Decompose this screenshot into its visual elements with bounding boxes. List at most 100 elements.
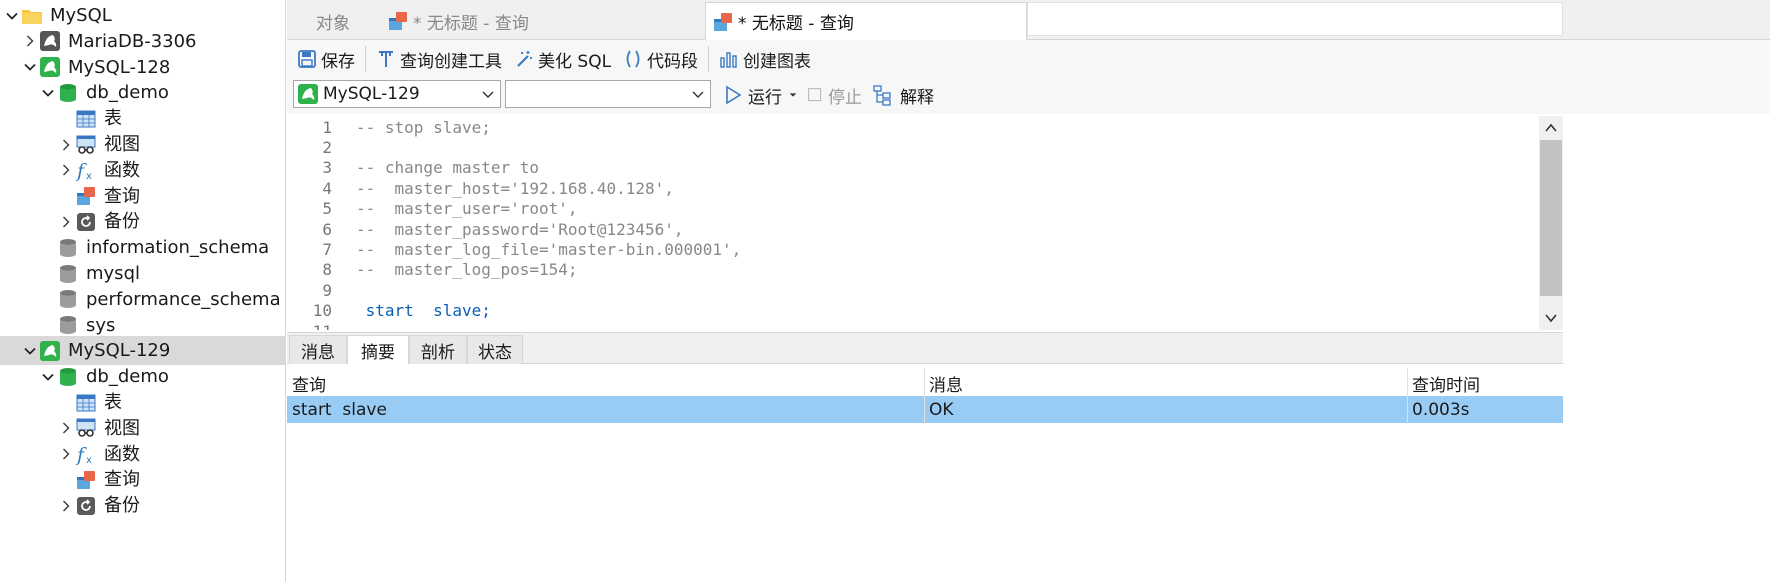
tree-item[interactable]: f x 函数: [0, 440, 285, 469]
code-snippet-button[interactable]: 代码段: [617, 43, 704, 75]
code-line[interactable]: 7 -- master_log_file='master-bin.000001',: [290, 239, 741, 259]
tree-item[interactable]: f x 函数: [0, 156, 285, 185]
query-icon: [712, 11, 734, 33]
scrollbar-thumb[interactable]: [1540, 140, 1562, 296]
column-header-message[interactable]: 消息: [924, 370, 1407, 396]
cell-value: 0.003s: [1412, 399, 1470, 420]
sql-editor[interactable]: 1 -- stop slave; 2 3 -- change master to 4 -- …: [290, 116, 1538, 330]
tree-item[interactable]: db_demo: [0, 362, 285, 391]
code-text: -- master_password='Root@123456',: [356, 219, 684, 239]
database-green-icon: [56, 365, 80, 389]
tree-item[interactable]: MySQL-129: [0, 336, 285, 366]
chevron-down-icon[interactable]: [1544, 311, 1558, 325]
tree-item[interactable]: performance_schema: [0, 285, 285, 314]
beautify-sql-button[interactable]: 美化 SQL: [508, 43, 617, 75]
mariadb-connection-icon: [38, 29, 62, 53]
tree-item-label: MySQL: [50, 5, 112, 26]
query-icon: [74, 184, 98, 208]
tree-item[interactable]: 视图: [0, 414, 285, 443]
code-line[interactable]: 11: [290, 321, 356, 331]
table-cell-message[interactable]: OK: [924, 396, 1407, 423]
tab-profile[interactable]: 剖析: [409, 335, 467, 364]
create-chart-label: 创建图表: [743, 51, 812, 72]
tree-item[interactable]: MySQL: [0, 1, 285, 30]
chevron-right-icon[interactable]: [22, 33, 38, 49]
editor-scrollbar[interactable]: [1539, 116, 1563, 330]
code-line[interactable]: 6 -- master_password='Root@123456',: [290, 219, 684, 239]
tab-summary[interactable]: 摘要: [347, 335, 409, 364]
chevron-up-icon[interactable]: [1544, 121, 1558, 135]
tree-item[interactable]: 查询: [0, 465, 285, 494]
code-line[interactable]: 4 -- master_host='192.168.40.128',: [290, 178, 674, 198]
tab-label: 对象: [316, 13, 350, 34]
tree-item[interactable]: 备份: [0, 207, 285, 236]
chevron-right-icon[interactable]: [58, 498, 74, 514]
create-chart-button[interactable]: 创建图表: [713, 43, 817, 75]
toolbar-divider: [708, 46, 710, 72]
tab-messages[interactable]: 消息: [289, 335, 347, 364]
tree-item[interactable]: 查询: [0, 182, 285, 211]
save-button[interactable]: 保存: [291, 43, 361, 75]
save-icon: [298, 50, 316, 68]
tab-objects[interactable]: 对象: [287, 2, 379, 40]
function-icon: fx: [74, 158, 98, 182]
tab-query-untitled-1[interactable]: * 无标题 - 查询: [381, 2, 703, 40]
parentheses-icon: [626, 50, 640, 68]
stop-label: 停止: [828, 87, 862, 108]
code-line[interactable]: 3 -- change master to: [290, 158, 539, 178]
tree-item[interactable]: 备份: [0, 491, 285, 520]
tab-status[interactable]: 状态: [467, 335, 523, 364]
chevron-down-icon[interactable]: [22, 343, 38, 359]
tree-item-label: MariaDB-3306: [68, 30, 197, 52]
chevron-right-icon[interactable]: [58, 214, 74, 230]
tab-query-untitled-2[interactable]: * 无标题 - 查询: [705, 2, 1027, 40]
svg-text:x: x: [86, 171, 92, 181]
table-cell-query[interactable]: start slave: [287, 396, 924, 423]
tree-item-label: 函数: [104, 159, 140, 181]
tree-item-label: performance_schema: [86, 288, 281, 310]
header-label: 查询时间: [1412, 375, 1480, 396]
chevron-down-icon[interactable]: [40, 369, 56, 385]
query-builder-button[interactable]: 查询创建工具: [370, 43, 508, 75]
tree-item[interactable]: MySQL-128: [0, 53, 285, 82]
column-header-query-time[interactable]: 查询时间: [1407, 370, 1563, 396]
chevron-right-icon[interactable]: [58, 420, 74, 436]
tree-item-label: 查询: [104, 469, 140, 491]
code-line[interactable]: 10 start slave;: [290, 301, 491, 321]
stop-button[interactable]: 停止: [807, 80, 862, 110]
header-label: 消息: [929, 375, 963, 396]
code-line[interactable]: 8 -- master_log_pos=154;: [290, 260, 577, 280]
tree-item-label: 视图: [104, 417, 140, 439]
chevron-right-icon[interactable]: [58, 137, 74, 153]
chevron-right-icon[interactable]: [58, 162, 74, 178]
chevron-down-icon[interactable]: [4, 8, 20, 24]
tree-item[interactable]: db_demo: [0, 78, 285, 107]
code-line[interactable]: 9: [290, 280, 356, 300]
chevron-down-icon[interactable]: [22, 59, 38, 75]
table-cell-query-time[interactable]: 0.003s: [1407, 396, 1563, 423]
tree-item[interactable]: sys: [0, 311, 285, 340]
tree-item-label: MySQL-128: [68, 56, 171, 78]
tree-item[interactable]: 表: [0, 104, 285, 133]
tree-item[interactable]: mysql: [0, 259, 285, 288]
chevron-right-icon[interactable]: [58, 446, 74, 462]
connection-select[interactable]: MySQL-129: [293, 80, 501, 108]
explain-button[interactable]: 解释: [873, 80, 934, 110]
tree-item[interactable]: MariaDB-3306: [0, 27, 285, 56]
tree-item[interactable]: 视图: [0, 130, 285, 159]
code-line[interactable]: 2: [290, 137, 356, 157]
tree-item-label: 备份: [104, 211, 140, 233]
beautify-sql-label: 美化 SQL: [538, 51, 612, 72]
query-icon: [74, 468, 98, 492]
play-icon: [726, 85, 742, 105]
tree-item[interactable]: 表: [0, 388, 285, 417]
code-line[interactable]: 5 -- master_user='root',: [290, 199, 577, 219]
run-button[interactable]: 运行: [723, 80, 803, 110]
code-line[interactable]: 1 -- stop slave;: [290, 117, 491, 137]
chevron-down-icon[interactable]: [40, 85, 56, 101]
database-select[interactable]: [505, 80, 711, 108]
tree-item[interactable]: information_schema: [0, 233, 285, 262]
column-header-query[interactable]: 查询: [287, 370, 924, 396]
